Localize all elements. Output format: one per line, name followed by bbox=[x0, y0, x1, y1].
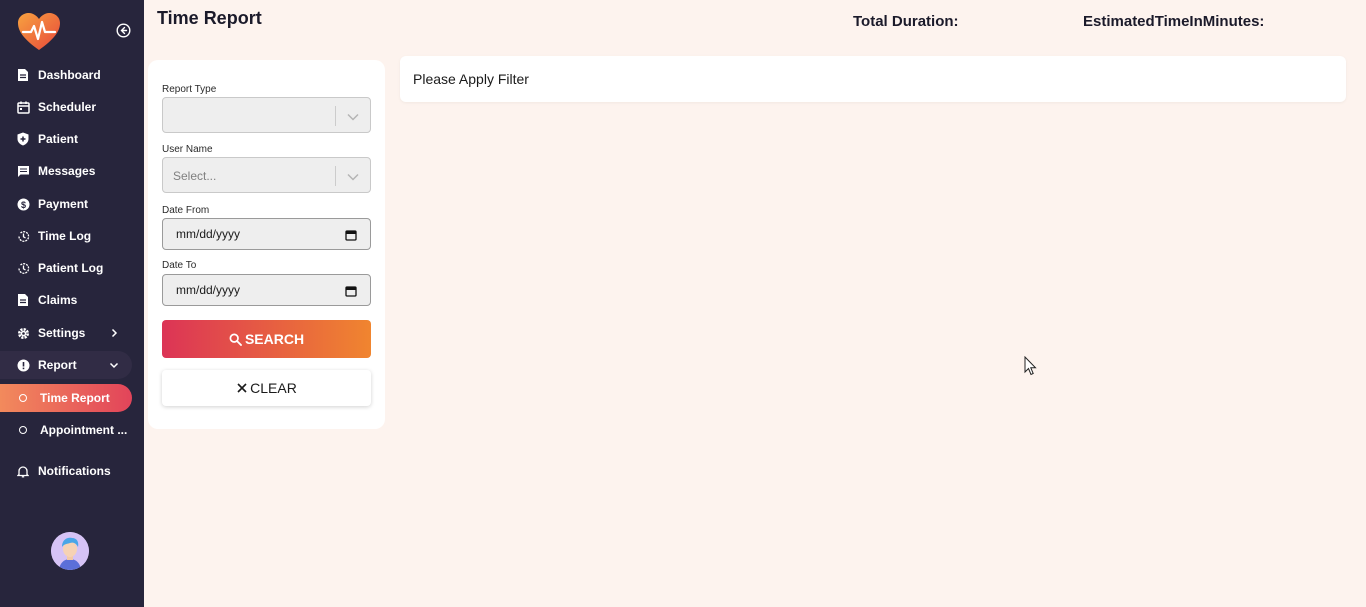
date-from-label: Date From bbox=[162, 205, 210, 216]
sidebar-item-label: Time Report bbox=[40, 391, 110, 405]
user-name-label: User Name bbox=[162, 144, 213, 155]
sidebar-item-scheduler[interactable]: Scheduler bbox=[0, 93, 144, 121]
sidebar-item-messages[interactable]: Messages bbox=[0, 157, 144, 185]
clear-button-label: CLEAR bbox=[250, 380, 297, 396]
sidebar-item-label: Time Log bbox=[38, 229, 92, 243]
sidebar-item-label: Messages bbox=[38, 164, 96, 178]
calendar-icon[interactable] bbox=[345, 228, 357, 241]
search-button-label: SEARCH bbox=[244, 331, 305, 347]
sidebar-item-settings[interactable]: Settings bbox=[0, 319, 144, 347]
user-name-select[interactable]: Select... bbox=[162, 157, 371, 193]
chevron-down-icon[interactable] bbox=[346, 110, 360, 122]
report-type-label: Report Type bbox=[162, 84, 217, 95]
sidebar-item-label: Patient bbox=[38, 132, 79, 146]
select-divider bbox=[335, 166, 336, 186]
chevron-down-icon bbox=[108, 359, 120, 371]
sidebar-item-label: Dashboard bbox=[38, 68, 101, 82]
sidebar: Dashboard Scheduler Patient Messages $ P… bbox=[0, 0, 144, 607]
filter-panel: Report Type User Name Select... Date Fro… bbox=[148, 60, 385, 429]
logo-heart-icon[interactable] bbox=[17, 12, 61, 52]
sidebar-item-label: Payment bbox=[38, 197, 89, 211]
sidebar-item-label: Patient Log bbox=[38, 261, 104, 275]
circle-bullet-icon bbox=[19, 426, 27, 434]
message-icon bbox=[16, 164, 30, 178]
sidebar-item-notifications[interactable]: Notifications bbox=[0, 457, 144, 485]
alert-icon bbox=[16, 358, 30, 372]
result-panel: Please Apply Filter bbox=[400, 56, 1346, 102]
date-from-value: mm/dd/yyyy bbox=[176, 227, 241, 241]
total-duration-label: Total Duration: bbox=[853, 13, 959, 30]
sidebar-item-time-log[interactable]: Time Log bbox=[0, 222, 144, 250]
search-button[interactable]: SEARCH bbox=[162, 320, 371, 358]
sidebar-item-claims[interactable]: Claims bbox=[0, 286, 144, 314]
date-to-value: mm/dd/yyyy bbox=[176, 283, 241, 297]
avatar[interactable] bbox=[51, 532, 89, 570]
dollar-icon: $ bbox=[16, 197, 30, 211]
user-name-placeholder: Select... bbox=[173, 169, 217, 183]
sidebar-item-label: Claims bbox=[38, 293, 78, 307]
sidebar-item-label: Settings bbox=[38, 326, 86, 340]
chevron-down-icon[interactable] bbox=[346, 170, 360, 182]
sidebar-item-payment[interactable]: $ Payment bbox=[0, 190, 144, 218]
estimated-time-label: EstimatedTimeInMinutes: bbox=[1083, 13, 1265, 30]
date-from-input[interactable]: mm/dd/yyyy bbox=[162, 218, 371, 250]
chevron-right-icon bbox=[108, 327, 120, 339]
sidebar-item-label: Notifications bbox=[38, 464, 111, 478]
sidebar-item-report[interactable]: Report bbox=[0, 351, 132, 379]
circle-bullet-icon bbox=[19, 394, 27, 402]
bell-icon bbox=[16, 464, 30, 478]
history-icon bbox=[16, 261, 30, 275]
sidebar-item-label: Scheduler bbox=[38, 100, 97, 114]
search-icon bbox=[229, 333, 242, 346]
history-icon bbox=[16, 229, 30, 243]
collapse-sidebar-icon[interactable] bbox=[116, 23, 131, 38]
report-type-select[interactable] bbox=[162, 97, 371, 133]
sidebar-item-label: Appointment ... bbox=[40, 423, 128, 437]
calendar-icon[interactable] bbox=[345, 284, 357, 297]
select-divider bbox=[335, 106, 336, 126]
document-icon bbox=[16, 68, 30, 82]
gear-icon bbox=[16, 326, 30, 340]
mouse-pointer-icon bbox=[1024, 355, 1038, 376]
close-icon bbox=[237, 383, 247, 393]
sidebar-item-dashboard[interactable]: Dashboard bbox=[0, 61, 144, 89]
sidebar-subitem-time-report[interactable]: Time Report bbox=[0, 384, 132, 412]
clear-button[interactable]: CLEAR bbox=[162, 370, 371, 406]
empty-state-message: Please Apply Filter bbox=[413, 71, 529, 87]
calendar-icon bbox=[16, 100, 30, 114]
date-to-input[interactable]: mm/dd/yyyy bbox=[162, 274, 371, 306]
sidebar-subitem-appointment[interactable]: Appointment ... bbox=[0, 416, 144, 444]
sidebar-item-patient[interactable]: Patient bbox=[0, 125, 144, 153]
svg-text:$: $ bbox=[20, 200, 25, 210]
sidebar-item-label: Report bbox=[38, 358, 77, 372]
page-title: Time Report bbox=[157, 8, 262, 28]
date-to-label: Date To bbox=[162, 260, 197, 271]
sidebar-item-patient-log[interactable]: Patient Log bbox=[0, 254, 144, 282]
document-icon bbox=[16, 293, 30, 307]
shield-icon bbox=[16, 132, 30, 146]
